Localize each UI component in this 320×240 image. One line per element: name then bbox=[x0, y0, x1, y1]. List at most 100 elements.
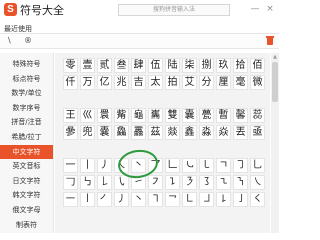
symbol-cell[interactable]: ㇊ bbox=[165, 175, 180, 190]
symbol-cell[interactable]: 兜 bbox=[80, 125, 95, 140]
sidebar-item[interactable]: 数学/单位 bbox=[0, 86, 53, 100]
symbol-cell[interactable]: ㇚ bbox=[233, 192, 248, 207]
symbol-cell[interactable]: ㇒ bbox=[97, 192, 112, 207]
symbol-cell[interactable]: ㇛ bbox=[250, 192, 265, 207]
symbol-cell[interactable]: 茲 bbox=[148, 125, 163, 140]
symbol-cell[interactable]: 乚 bbox=[250, 158, 265, 173]
symbol-cell[interactable]: ㇃ bbox=[182, 158, 197, 173]
symbol-cell[interactable]: 雙 bbox=[165, 108, 180, 123]
symbol-cell[interactable]: ㇔ bbox=[131, 192, 146, 207]
symbol-cell[interactable]: 鱻 bbox=[114, 125, 129, 140]
sidebar-item[interactable]: 俄文字母 bbox=[0, 203, 53, 217]
symbol-cell[interactable]: ㄱ bbox=[216, 158, 231, 173]
symbol-cell[interactable]: 拾 bbox=[233, 58, 248, 73]
symbol-cell[interactable]: 焱 bbox=[216, 125, 231, 140]
symbol-cell[interactable]: 玖 bbox=[216, 58, 231, 73]
symbol-cell[interactable]: 仟 bbox=[63, 75, 78, 90]
symbol-cell[interactable]: 曑 bbox=[63, 125, 78, 140]
symbol-cell[interactable]: 睘 bbox=[97, 108, 112, 123]
symbol-cell[interactable]: ㇄ bbox=[199, 158, 214, 173]
scroll-thumb[interactable] bbox=[272, 62, 278, 102]
sidebar-item[interactable]: 特殊符号 bbox=[0, 57, 53, 71]
symbol-cell[interactable]: 𠃌 bbox=[63, 175, 78, 190]
symbol-cell[interactable]: 厘 bbox=[216, 75, 231, 90]
symbol-cell[interactable]: ㇇ bbox=[148, 175, 163, 190]
symbol-cell[interactable]: ㇏ bbox=[250, 175, 265, 190]
sidebar-item[interactable]: 希腊/拉丁 bbox=[0, 130, 53, 144]
symbol-cell[interactable]: 陆 bbox=[165, 58, 180, 73]
minimize-button[interactable]: — bbox=[249, 3, 261, 15]
symbol-cell[interactable]: 囊 bbox=[182, 108, 197, 123]
symbol-cell[interactable]: 一 bbox=[63, 158, 78, 173]
symbol-cell[interactable]: 捌 bbox=[199, 58, 214, 73]
symbol-cell[interactable]: 亟 bbox=[250, 125, 265, 140]
symbol-cell[interactable]: ㇑ bbox=[80, 192, 95, 207]
symbol-cell[interactable]: 艾 bbox=[182, 75, 197, 90]
symbol-cell[interactable]: 丿 bbox=[97, 158, 112, 173]
symbol-cell[interactable]: ㇉ bbox=[80, 175, 95, 190]
symbol-cell[interactable]: 叁 bbox=[114, 58, 129, 73]
symbol-cell[interactable]: 龜 bbox=[131, 108, 146, 123]
sidebar-item[interactable]: 韩文字符 bbox=[0, 188, 53, 202]
symbol-cell[interactable]: 暫 bbox=[216, 108, 231, 123]
symbol-cell[interactable]: 太 bbox=[148, 75, 163, 90]
symbol-cell[interactable]: 壹 bbox=[80, 58, 95, 73]
symbol-cell[interactable]: 嚢 bbox=[97, 125, 112, 140]
close-button[interactable]: × bbox=[264, 3, 276, 15]
symbol-cell[interactable]: ㇙ bbox=[216, 192, 231, 207]
symbol-cell[interactable]: 佰 bbox=[250, 58, 265, 73]
symbol-cell[interactable]: 淼 bbox=[199, 125, 214, 140]
symbol-cell[interactable]: ㇘ bbox=[199, 192, 214, 207]
symbol-cell[interactable]: 微 bbox=[250, 75, 265, 90]
symbol-cell[interactable]: 觜 bbox=[114, 108, 129, 123]
sidebar-item[interactable]: 拼音/注音 bbox=[0, 115, 53, 129]
symbol-cell[interactable]: 亿 bbox=[97, 75, 112, 90]
symbol-cell[interactable]: 巛 bbox=[80, 108, 95, 123]
sidebar-item[interactable]: 数字序号 bbox=[0, 101, 53, 115]
recent-symbol[interactable]: ® bbox=[24, 36, 32, 45]
symbol-cell[interactable]: ㇍ bbox=[216, 175, 231, 190]
symbol-cell[interactable]: 鑫 bbox=[182, 125, 197, 140]
scroll-up-icon[interactable]: ▲ bbox=[272, 54, 278, 60]
symbol-cell[interactable]: 巂 bbox=[148, 108, 163, 123]
symbol-cell[interactable]: ㇕ bbox=[148, 192, 163, 207]
symbol-cell[interactable]: ㇎ bbox=[233, 175, 248, 190]
symbol-cell[interactable]: 拍 bbox=[165, 75, 180, 90]
sidebar-item[interactable]: 英文音标 bbox=[0, 159, 53, 173]
symbol-cell[interactable]: ㇋ bbox=[182, 175, 197, 190]
symbol-cell[interactable]: 𠃊 bbox=[165, 158, 180, 173]
symbol-cell[interactable]: 王 bbox=[63, 108, 78, 123]
symbol-cell[interactable]: 𠄌 bbox=[97, 175, 112, 190]
symbol-cell[interactable]: 吉 bbox=[131, 75, 146, 90]
symbol-cell[interactable]: ㇓ bbox=[114, 192, 129, 207]
symbol-cell[interactable]: 毫 bbox=[233, 75, 248, 90]
sidebar-item[interactable]: 制表符 bbox=[0, 218, 53, 232]
symbol-cell[interactable]: ㇗ bbox=[182, 192, 197, 207]
symbol-cell[interactable]: 甍 bbox=[199, 108, 214, 123]
trash-icon[interactable] bbox=[266, 36, 274, 45]
symbol-cell[interactable]: 伍 bbox=[148, 58, 163, 73]
symbol-cell[interactable]: 肆 bbox=[131, 58, 146, 73]
symbol-cell[interactable]: 柒 bbox=[182, 58, 197, 73]
symbol-cell[interactable]: 兆 bbox=[114, 75, 129, 90]
symbol-cell[interactable]: 分 bbox=[199, 75, 214, 90]
symbol-cell[interactable]: 靐 bbox=[131, 125, 146, 140]
symbol-cell[interactable]: 万 bbox=[80, 75, 95, 90]
symbol-cell[interactable]: 丨 bbox=[80, 158, 95, 173]
symbol-cell[interactable]: 丟 bbox=[233, 125, 248, 140]
sidebar-item[interactable]: 日文字符 bbox=[0, 174, 53, 188]
symbol-cell[interactable]: ㇐ bbox=[63, 192, 78, 207]
recent-symbol[interactable]: \ bbox=[8, 36, 11, 45]
symbol-cell[interactable]: 零 bbox=[63, 58, 78, 73]
symbol-cell[interactable]: ㇆ bbox=[233, 158, 248, 173]
symbol-cell[interactable]: 贰 bbox=[97, 58, 112, 73]
symbol-cell[interactable]: ㇌ bbox=[199, 175, 214, 190]
symbol-cell[interactable]: 蕊 bbox=[250, 108, 265, 123]
symbol-cell[interactable]: 馨 bbox=[233, 108, 248, 123]
symbol-cell[interactable]: ㇖ bbox=[165, 192, 180, 207]
search-input[interactable]: 搜狗拼音输入法 bbox=[118, 4, 230, 16]
sidebar-item[interactable]: 标点符号 bbox=[0, 72, 53, 86]
symbol-cell[interactable]: ㇂ bbox=[114, 175, 129, 190]
sidebar-item[interactable]: 中文字符 bbox=[0, 144, 53, 159]
symbol-cell[interactable]: 燚 bbox=[165, 125, 180, 140]
